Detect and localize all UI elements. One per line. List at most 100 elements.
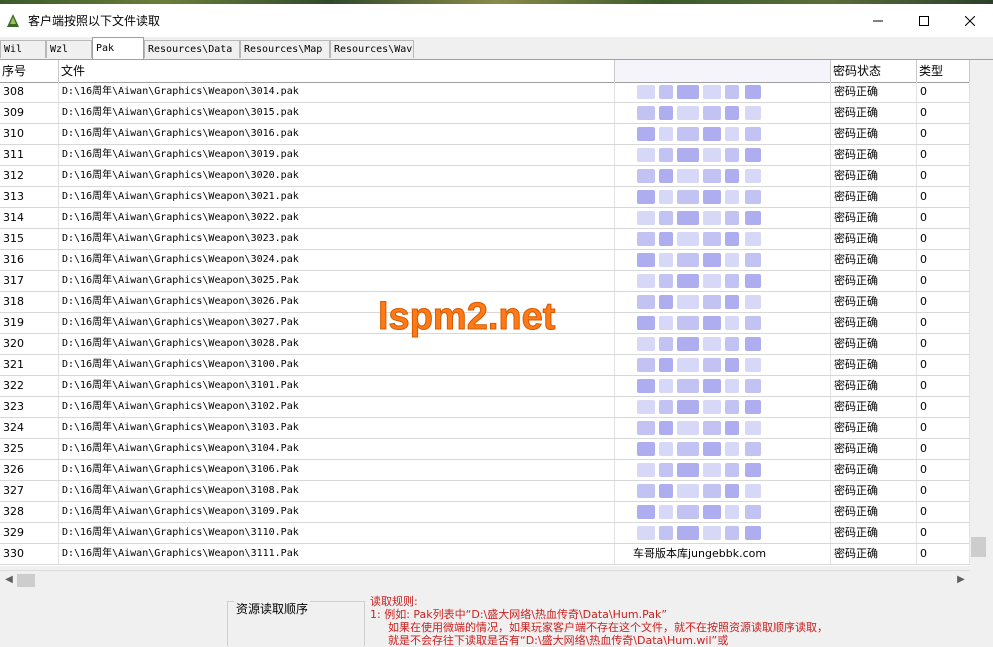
row-number: 319 xyxy=(0,313,59,333)
pixelated-block xyxy=(637,211,655,225)
vertical-scroll-thumb[interactable] xyxy=(971,537,986,557)
scroll-left-icon[interactable]: ◀ xyxy=(2,573,16,587)
row-blurred-cell xyxy=(615,145,831,165)
horizontal-scrollbar[interactable]: ◀ ▶ xyxy=(0,570,970,590)
pixelated-block xyxy=(637,400,655,414)
pixelated-block xyxy=(659,106,673,120)
table-row[interactable]: 325 D:\16周年\Aiwan\Graphics\Weapon\3104.Pa… xyxy=(0,439,970,460)
pixelated-block xyxy=(725,526,739,540)
row-file-path: D:\16周年\Aiwan\Graphics\Weapon\3111.Pak xyxy=(59,544,615,564)
tab-pak[interactable]: Pak xyxy=(92,37,144,59)
pixelated-block xyxy=(659,169,673,183)
pixelated-block xyxy=(725,106,739,120)
row-number: 330 xyxy=(0,544,59,564)
column-header-password-status[interactable]: 密码状态 xyxy=(831,60,917,82)
pixelated-block xyxy=(659,253,673,267)
column-header-blurred[interactable] xyxy=(615,60,831,82)
table-row[interactable]: 324 D:\16周年\Aiwan\Graphics\Weapon\3103.Pa… xyxy=(0,418,970,439)
pixelated-block xyxy=(637,169,655,183)
row-number: 309 xyxy=(0,103,59,123)
table-row[interactable]: 323 D:\16周年\Aiwan\Graphics\Weapon\3102.Pa… xyxy=(0,397,970,418)
column-header-type[interactable]: 类型 xyxy=(917,60,970,82)
pixelated-block xyxy=(637,379,655,393)
column-header-number[interactable]: 序号 xyxy=(0,60,59,82)
pixelated-block xyxy=(637,85,655,99)
row-password-status: 密码正确 xyxy=(831,481,917,501)
row-number: 315 xyxy=(0,229,59,249)
pixelated-block xyxy=(745,211,761,225)
table-row[interactable]: 330 D:\16周年\Aiwan\Graphics\Weapon\3111.Pa… xyxy=(0,544,970,565)
pixelated-block xyxy=(725,190,739,204)
table-row[interactable]: 310 D:\16周年\Aiwan\Graphics\Weapon\3016.pa… xyxy=(0,124,970,145)
table-row[interactable]: 309 D:\16周年\Aiwan\Graphics\Weapon\3015.pa… xyxy=(0,103,970,124)
row-number: 327 xyxy=(0,481,59,501)
maximize-button[interactable] xyxy=(901,4,947,37)
read-rules: 读取规则: 1: 例如: Pak列表中“D:\盛大网络\热血传奇\Data\Hu… xyxy=(370,595,828,647)
table-row[interactable]: 316 D:\16周年\Aiwan\Graphics\Weapon\3024.pa… xyxy=(0,250,970,271)
row-file-path: D:\16周年\Aiwan\Graphics\Weapon\3100.Pak xyxy=(59,355,615,375)
table-row[interactable]: 322 D:\16周年\Aiwan\Graphics\Weapon\3101.Pa… xyxy=(0,376,970,397)
row-type: 0 xyxy=(917,250,970,270)
table-row[interactable]: 308 D:\16周年\Aiwan\Graphics\Weapon\3014.pa… xyxy=(0,82,970,103)
row-number: 312 xyxy=(0,166,59,186)
row-type: 0 xyxy=(917,166,970,186)
pixelated-block xyxy=(677,148,699,162)
row-type: 0 xyxy=(917,313,970,333)
pixelated-block xyxy=(637,148,655,162)
row-blurred-cell xyxy=(615,124,831,144)
pixelated-block xyxy=(637,295,655,309)
tab-resources-data[interactable]: Resources\Data xyxy=(144,40,240,58)
row-number: 310 xyxy=(0,124,59,144)
pixelated-block xyxy=(745,148,761,162)
pixelated-block xyxy=(659,127,673,141)
tab-wzl[interactable]: Wzl xyxy=(46,40,92,58)
table-row[interactable]: 311 D:\16周年\Aiwan\Graphics\Weapon\3019.pa… xyxy=(0,145,970,166)
minimize-button[interactable] xyxy=(855,4,901,37)
horizontal-scroll-thumb[interactable] xyxy=(17,574,35,587)
row-password-status: 密码正确 xyxy=(831,250,917,270)
table-row[interactable]: 315 D:\16周年\Aiwan\Graphics\Weapon\3023.pa… xyxy=(0,229,970,250)
row-file-path: D:\16周年\Aiwan\Graphics\Weapon\3102.Pak xyxy=(59,397,615,417)
row-password-status: 密码正确 xyxy=(831,208,917,228)
row-number: 321 xyxy=(0,355,59,375)
table-row[interactable]: 313 D:\16周年\Aiwan\Graphics\Weapon\3021.pa… xyxy=(0,187,970,208)
row-type: 0 xyxy=(917,103,970,123)
close-icon xyxy=(965,15,975,26)
pixelated-block xyxy=(659,148,673,162)
pixelated-block xyxy=(677,442,699,456)
table-row[interactable]: 312 D:\16周年\Aiwan\Graphics\Weapon\3020.pa… xyxy=(0,166,970,187)
resource-order-group: 资源读取顺序 xyxy=(227,600,365,646)
pixelated-block xyxy=(745,169,761,183)
pixelated-block xyxy=(677,106,699,120)
table-row[interactable]: 329 D:\16周年\Aiwan\Graphics\Weapon\3110.Pa… xyxy=(0,523,970,544)
pixelated-block xyxy=(703,253,721,267)
tab-resources-map[interactable]: Resources\Map xyxy=(240,40,330,58)
tab-wil[interactable]: Wil xyxy=(0,40,46,58)
scroll-right-icon[interactable]: ▶ xyxy=(954,573,968,587)
row-number: 313 xyxy=(0,187,59,207)
vertical-scrollbar[interactable] xyxy=(970,60,987,566)
row-file-path: D:\16周年\Aiwan\Graphics\Weapon\3022.pak xyxy=(59,208,615,228)
table-row[interactable]: 328 D:\16周年\Aiwan\Graphics\Weapon\3109.Pa… xyxy=(0,502,970,523)
pixelated-block xyxy=(659,85,673,99)
pixelated-block xyxy=(659,505,673,519)
row-blurred-cell xyxy=(615,355,831,375)
table-row[interactable]: 327 D:\16周年\Aiwan\Graphics\Weapon\3108.Pa… xyxy=(0,481,970,502)
pixelated-block xyxy=(637,484,655,498)
row-file-path: D:\16周年\Aiwan\Graphics\Weapon\3101.Pak xyxy=(59,376,615,396)
pixelated-block xyxy=(703,232,721,246)
column-header-file[interactable]: 文件 xyxy=(59,60,615,82)
table-row[interactable]: 321 D:\16周年\Aiwan\Graphics\Weapon\3100.Pa… xyxy=(0,355,970,376)
pixelated-block xyxy=(745,505,761,519)
table-row[interactable]: 317 D:\16周年\Aiwan\Graphics\Weapon\3025.Pa… xyxy=(0,271,970,292)
pixelated-block xyxy=(677,337,699,351)
close-button[interactable] xyxy=(947,4,993,37)
row-file-path: D:\16周年\Aiwan\Graphics\Weapon\3024.pak xyxy=(59,250,615,270)
row-number: 317 xyxy=(0,271,59,291)
row-type: 0 xyxy=(917,355,970,375)
table-row[interactable]: 326 D:\16周年\Aiwan\Graphics\Weapon\3106.Pa… xyxy=(0,460,970,481)
tab-resources-wav[interactable]: Resources\Wav xyxy=(330,40,414,58)
row-type: 0 xyxy=(917,187,970,207)
row-type: 0 xyxy=(917,460,970,480)
table-row[interactable]: 314 D:\16周年\Aiwan\Graphics\Weapon\3022.pa… xyxy=(0,208,970,229)
